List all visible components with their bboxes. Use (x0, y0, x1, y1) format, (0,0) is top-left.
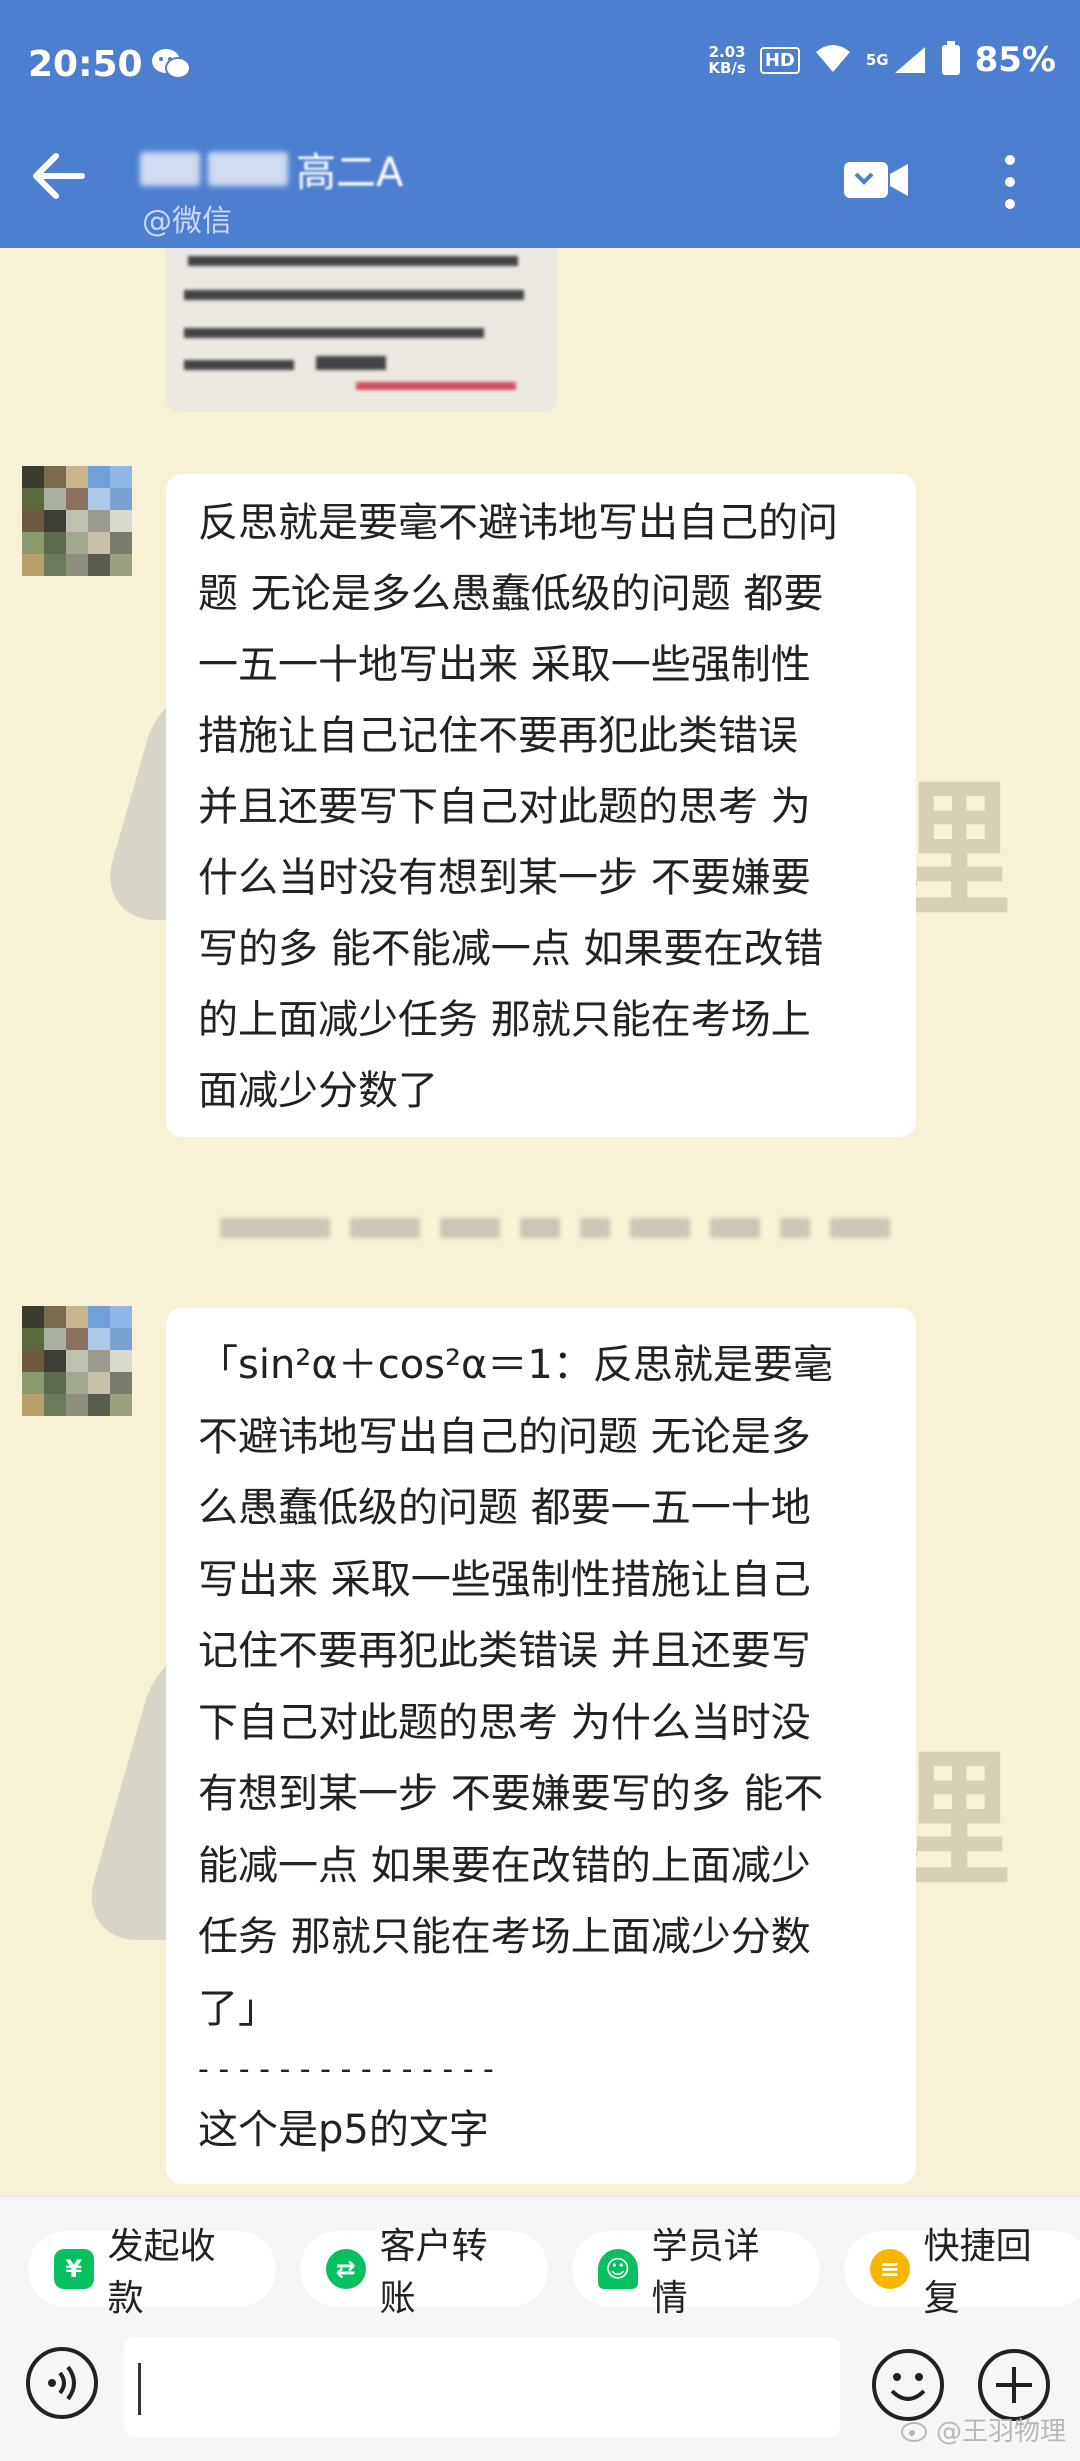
message-line: 反思就是要毫不避讳地写出自己的问 (198, 500, 838, 546)
transfer-icon: ⇄ (326, 2249, 366, 2289)
chip-label: 客户转账 (379, 2226, 488, 2319)
message-line: 的上面减少任务 那就只能在考场上 (198, 997, 811, 1043)
message-line: 什么当时没有想到某一步 不要嫌要 (198, 855, 811, 901)
message-bubble[interactable]: 反思就是要毫不避讳地写出自己的问 题 无论是多么愚蠢低级的问题 都要 一五一十地… (166, 474, 916, 1137)
signal-icon: 5G (866, 45, 927, 75)
yen-icon: ¥ (54, 2249, 94, 2289)
video-call-icon[interactable] (842, 160, 910, 204)
status-indicators: 2.03 KB/s HD 5G 85% (708, 40, 1056, 80)
message-line: 一五一十地写出来 采取一些强制性 (198, 642, 811, 688)
message-line: 面减少分数了 (198, 1068, 438, 1114)
message-line: 题 无论是多么愚蠢低级的问题 都要 (198, 571, 824, 617)
message-line: 么愚蠢低级的问题 都要一五一十地 (198, 1485, 811, 1531)
text-caret (138, 2363, 141, 2415)
battery-icon (941, 41, 961, 79)
chip-label: 学员详情 (651, 2226, 760, 2319)
source-watermark: @王羽物理 (900, 2411, 1066, 2448)
bottom-toolbar: ¥ 发起收款 ⇄ 客户转账 ☺ 学员详情 ≡ 快捷回复 @王羽物理 (0, 2196, 1080, 2461)
message-line: 这个是p5的文字 (198, 2107, 489, 2153)
message-line: 了」 (198, 1985, 278, 2032)
top-app-bar: 20:50 2.03 KB/s HD 5G 85% 高二A @微信 (0, 0, 1080, 248)
voice-input-icon[interactable] (24, 2345, 100, 2425)
message-line: 能减一点 如果要在改错的上面减少 (198, 1842, 811, 1889)
avatar[interactable] (22, 1306, 132, 1416)
message-line: 写出来 采取一些强制性措施让自己 (198, 1556, 811, 1603)
back-arrow-icon[interactable] (30, 150, 86, 206)
message-line: 写的多 能不能减一点 如果要在改错 (198, 926, 824, 972)
chip-label: 发起收款 (107, 2226, 216, 2319)
wechat-notification-icon (150, 46, 192, 86)
message-line: 「sin²α＋cos²α＝1：反思就是要毫 (198, 1342, 833, 1388)
message-input[interactable] (124, 2337, 840, 2437)
message-line: 任务 那就只能在考场上面减少分数 (198, 1914, 811, 1960)
chat-title-text: 高二A (296, 150, 404, 196)
student-icon: ☺ (598, 2249, 638, 2289)
message-line: 并且还要写下自己对此题的思考 为 (198, 784, 811, 830)
message-divider: - - - - - - - - - - - - - - - (198, 2052, 494, 2087)
hd-icon: HD (759, 46, 800, 74)
redacted-name (140, 152, 200, 186)
chat-subtitle: @微信 (142, 204, 232, 239)
redacted-name (208, 152, 288, 186)
chip-label: 快捷回复 (923, 2226, 1032, 2319)
student-details-button[interactable]: ☺ 学员详情 (572, 2226, 820, 2319)
status-time: 20:50 (28, 44, 143, 85)
customer-transfer-button[interactable]: ⇄ 客户转账 (300, 2226, 548, 2319)
weibo-logo-icon (900, 2421, 927, 2442)
chat-title: 高二A (140, 140, 403, 198)
message-line: 不避讳地写出自己的问题 无论是多 (198, 1413, 811, 1460)
quick-reply-button[interactable]: ≡ 快捷回复 (844, 2226, 1080, 2319)
quick-reply-icon: ≡ (870, 2249, 910, 2289)
more-options-icon[interactable] (1000, 152, 1020, 216)
image-message[interactable] (166, 248, 558, 412)
message-line: 记住不要再犯此类错误 并且还要写 (198, 1628, 811, 1674)
net-speed: 2.03 KB/s (708, 43, 746, 77)
message-bubble[interactable]: 「sin²α＋cos²α＝1：反思就是要毫 不避讳地写出自己的问题 无论是多 么… (166, 1308, 916, 2184)
battery-percent: 85% (974, 40, 1056, 80)
message-line: 下自己对此题的思考 为什么当时没 (198, 1699, 811, 1746)
message-line: 措施让自己记住不要再犯此类错误 (198, 713, 798, 759)
avatar[interactable] (22, 466, 132, 576)
wifi-icon (814, 42, 852, 78)
request-payment-button[interactable]: ¥ 发起收款 (28, 2226, 276, 2319)
message-line: 有想到某一步 不要嫌要写的多 能不 (198, 1771, 824, 1817)
redacted-system-text (220, 1218, 890, 1238)
